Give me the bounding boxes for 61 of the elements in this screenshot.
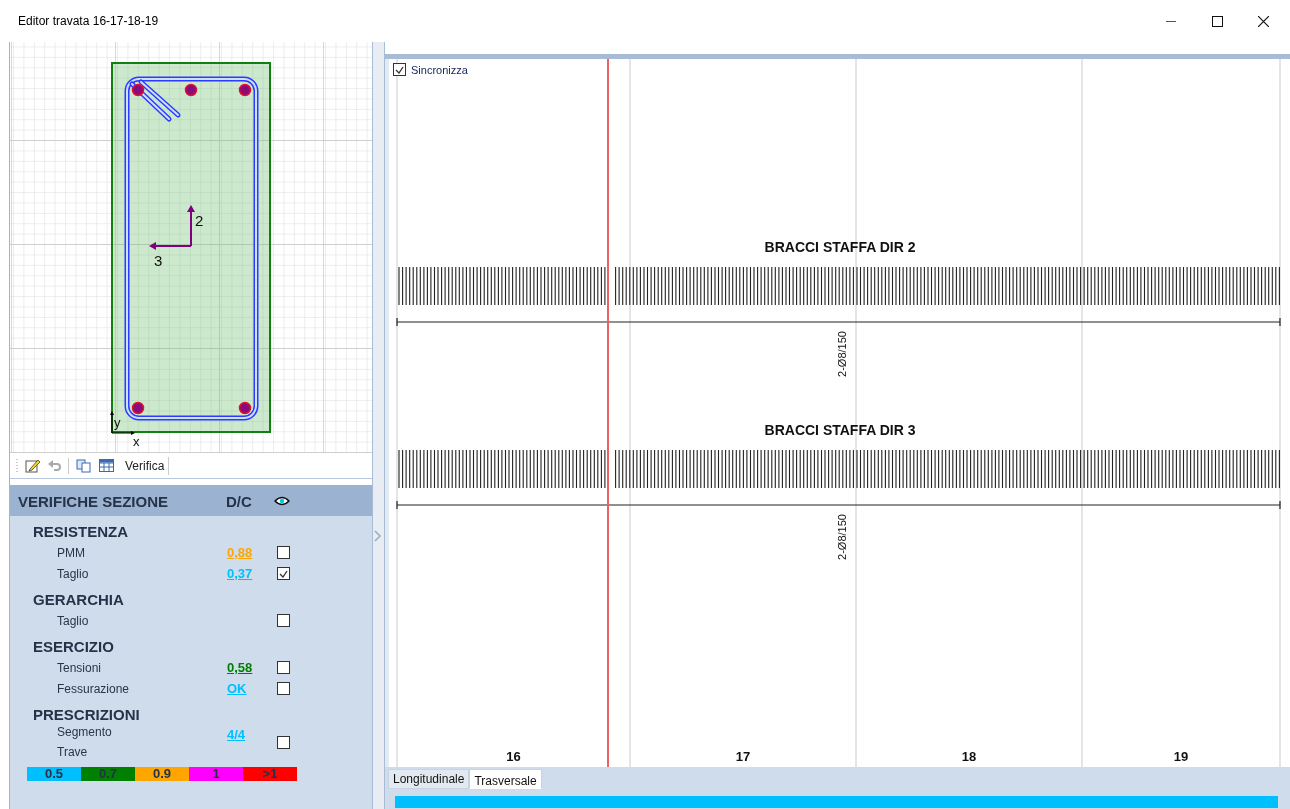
checkbox[interactable] bbox=[277, 567, 290, 580]
rebar-dot bbox=[238, 83, 252, 97]
undo-icon bbox=[48, 459, 61, 472]
group-title: PRESCRIZIONI bbox=[33, 705, 141, 725]
verify-button[interactable]: Verifica bbox=[121, 456, 170, 475]
table-button[interactable] bbox=[98, 458, 115, 473]
close-icon bbox=[1257, 15, 1269, 27]
checkbox[interactable] bbox=[277, 682, 290, 695]
window-title: Editor travata 16-17-18-19 bbox=[18, 14, 160, 28]
eye-icon[interactable] bbox=[274, 496, 290, 506]
copy-button[interactable] bbox=[75, 457, 92, 474]
minimize-icon bbox=[1166, 20, 1176, 22]
axis-label: 2 bbox=[195, 212, 204, 229]
sync-label: Sincronizza bbox=[411, 63, 468, 76]
column-header: D/C bbox=[226, 492, 253, 510]
checkbox[interactable] bbox=[277, 735, 290, 749]
maximize-icon bbox=[1211, 15, 1223, 27]
check-label: Fessurazione bbox=[57, 681, 131, 696]
check-label: PMM bbox=[57, 545, 86, 560]
span-label: 16 bbox=[506, 749, 521, 764]
group-title: GERARCHIA bbox=[33, 590, 125, 610]
check-label: Segmento bbox=[57, 725, 113, 739]
diagram-title: BRACCI STAFFA DIR 2 bbox=[764, 239, 916, 255]
check-label: Taglio bbox=[57, 613, 90, 628]
stirrup-annotation: 2-Ø8/150 bbox=[836, 514, 848, 560]
legend-swatch: >1 bbox=[243, 767, 297, 781]
rebar-dot bbox=[238, 401, 252, 415]
tab[interactable]: Trasversale bbox=[469, 769, 542, 789]
rebar-dot bbox=[131, 83, 145, 97]
edit-button[interactable] bbox=[24, 457, 41, 474]
panel-title: VERIFICHE SEZIONE bbox=[18, 492, 170, 510]
check-label: Trave bbox=[57, 745, 89, 759]
axis-label: y bbox=[114, 415, 121, 430]
rebar-dot bbox=[184, 83, 198, 97]
legend-swatch: 0.9 bbox=[135, 767, 189, 781]
check-label: Tensioni bbox=[57, 660, 103, 675]
sync-checkbox[interactable] bbox=[393, 63, 406, 76]
stirrup-annotation: 2-Ø8/150 bbox=[836, 331, 848, 377]
rebar-dot bbox=[131, 401, 145, 415]
tab[interactable]: Longitudinale bbox=[388, 769, 470, 789]
group-title: ESERCIZIO bbox=[33, 637, 115, 657]
checkbox[interactable] bbox=[277, 546, 290, 559]
checkbox[interactable] bbox=[277, 614, 290, 627]
table-icon bbox=[99, 459, 114, 472]
legend-swatch: 0.7 bbox=[81, 767, 135, 781]
check-label: Taglio bbox=[57, 566, 90, 581]
copy-icon bbox=[76, 458, 91, 473]
span-label: 17 bbox=[735, 749, 751, 764]
legend-swatch: 1 bbox=[189, 767, 243, 781]
group-title: RESISTENZA bbox=[33, 522, 129, 542]
ratio-link[interactable]: 0,58 bbox=[227, 660, 277, 675]
span-label: 18 bbox=[961, 749, 977, 764]
diagram-title: BRACCI STAFFA DIR 3 bbox=[764, 422, 916, 438]
origin-axes-icon bbox=[110, 411, 135, 435]
pencil-icon bbox=[25, 458, 40, 473]
local-axes-icon bbox=[149, 205, 195, 250]
axis-label: 3 bbox=[154, 252, 163, 269]
legend-swatch: 0.5 bbox=[27, 767, 81, 781]
span-label: 19 bbox=[1173, 749, 1189, 764]
axis-label: x bbox=[133, 434, 140, 449]
checkbox[interactable] bbox=[277, 661, 290, 674]
